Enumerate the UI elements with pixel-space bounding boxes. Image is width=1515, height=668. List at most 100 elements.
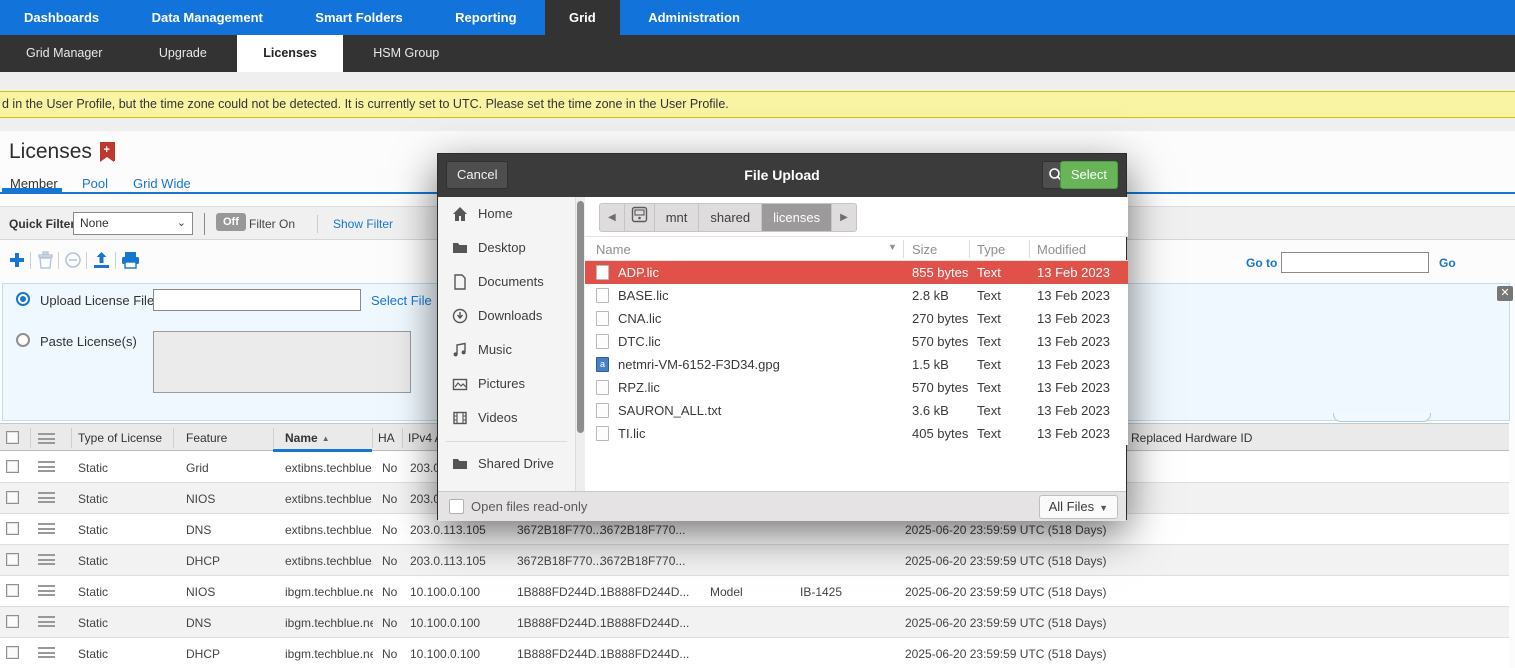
file-browser: ◀ mnt shared licenses ▶ Name ▼ Size Type xyxy=(585,197,1128,491)
cell-feature: DNS xyxy=(186,616,211,630)
row-checkbox[interactable] xyxy=(6,646,19,659)
place-pictures[interactable]: Pictures xyxy=(438,367,575,401)
row-checkbox[interactable] xyxy=(6,460,19,473)
row-checkbox[interactable] xyxy=(6,522,19,535)
select-all-checkbox[interactable] xyxy=(6,431,19,444)
file-row[interactable]: TI.lic 405 bytes Text 13 Feb 2023 xyxy=(585,422,1128,445)
row-menu-icon[interactable] xyxy=(38,616,55,627)
table-row[interactable]: Static DNS ibgm.techblue.net No 10.100.0… xyxy=(0,607,1509,638)
close-panel-icon[interactable]: ✕ xyxy=(1497,286,1513,301)
file-col-type[interactable]: Type xyxy=(977,242,1005,257)
file-row[interactable]: CNA.lic 270 bytes Text 13 Feb 2023 xyxy=(585,307,1128,330)
sidebar-scrollbar[interactable] xyxy=(576,197,585,491)
place-desktop[interactable]: Desktop xyxy=(438,231,575,265)
path-bar: ◀ mnt shared licenses ▶ xyxy=(585,197,1128,237)
table-menu-icon[interactable] xyxy=(38,433,55,444)
place-music[interactable]: Music xyxy=(438,333,575,367)
readonly-checkbox[interactable] xyxy=(449,499,464,514)
path-mnt[interactable]: mnt xyxy=(655,204,700,231)
row-menu-icon[interactable] xyxy=(38,647,55,658)
nav-grid-manager[interactable]: Grid Manager xyxy=(0,35,128,72)
scrollbar-thumb[interactable] xyxy=(577,201,584,433)
row-menu-icon[interactable] xyxy=(38,585,55,596)
table-row[interactable]: Static DHCP ibgm.techblue.net No 10.100.… xyxy=(0,638,1509,668)
file-row[interactable]: SAURON_ALL.txt 3.6 kB Text 13 Feb 2023 xyxy=(585,399,1128,422)
cell-hardware-id: 1B888FD244D... xyxy=(517,585,606,599)
upload-file-radio[interactable] xyxy=(16,292,30,306)
nav-grid[interactable]: Grid xyxy=(545,0,620,35)
file-col-size[interactable]: Size xyxy=(912,242,937,257)
cell-feature: DHCP xyxy=(186,647,220,661)
file-row[interactable]: netmri-VM-6152-F3D34.gpg 1.5 kB Text 13 … xyxy=(585,353,1128,376)
drive-icon[interactable] xyxy=(625,204,655,231)
cell-expiry: 2025-06-20 23:59:59 UTC (518 Days) xyxy=(905,554,1106,568)
row-menu-icon[interactable] xyxy=(38,554,55,565)
nav-hsm-group[interactable]: HSM Group xyxy=(347,35,465,72)
place-home[interactable]: Home xyxy=(438,197,575,231)
row-menu-icon[interactable] xyxy=(38,461,55,472)
file-row[interactable]: BASE.lic 2.8 kB Text 13 Feb 2023 xyxy=(585,284,1128,307)
panel-collapse-handle[interactable] xyxy=(1333,413,1431,422)
col-feature[interactable]: Feature xyxy=(186,431,227,445)
path-shared[interactable]: shared xyxy=(699,204,762,231)
row-menu-icon[interactable] xyxy=(38,492,55,503)
row-checkbox[interactable] xyxy=(6,491,19,504)
paste-license-textarea[interactable] xyxy=(153,331,411,393)
row-checkbox[interactable] xyxy=(6,584,19,597)
bookmark-icon[interactable]: + xyxy=(100,142,115,161)
col-replaced-hardware-id[interactable]: Replaced Hardware ID xyxy=(1131,431,1252,445)
col-name[interactable]: Name▲ xyxy=(285,431,330,445)
col-type-of-license[interactable]: Type of License xyxy=(78,431,162,445)
paste-license-radio[interactable] xyxy=(16,333,30,347)
cell-ha: No xyxy=(382,523,397,537)
show-filter-link[interactable]: Show Filter xyxy=(333,217,393,231)
nav-data-management[interactable]: Data Management xyxy=(128,0,287,35)
nav-smart-folders[interactable]: Smart Folders xyxy=(291,0,426,35)
place-documents[interactable]: Documents xyxy=(438,265,575,299)
cell-ha: No xyxy=(382,647,397,661)
place-videos[interactable]: Videos xyxy=(438,401,575,435)
path-forward-icon[interactable]: ▶ xyxy=(832,204,856,231)
tab-pool[interactable]: Pool xyxy=(82,176,108,191)
file-col-modified[interactable]: Modified xyxy=(1037,242,1086,257)
nav-licenses[interactable]: Licenses xyxy=(237,35,343,72)
row-checkbox[interactable] xyxy=(6,553,19,566)
upload-icon[interactable] xyxy=(92,251,112,271)
path-back-icon[interactable]: ◀ xyxy=(600,204,625,231)
nav-administration[interactable]: Administration xyxy=(624,0,764,35)
cell-ha: No xyxy=(382,585,397,599)
path-licenses[interactable]: licenses xyxy=(762,204,832,231)
dialog-title: File Upload xyxy=(438,167,1126,183)
cell-type: Static xyxy=(78,461,108,475)
file-row[interactable]: ADP.lic 855 bytes Text 13 Feb 2023 xyxy=(585,261,1128,284)
select-file-button[interactable]: Select File xyxy=(371,293,432,308)
file-row[interactable]: RPZ.lic 570 bytes Text 13 Feb 2023 xyxy=(585,376,1128,399)
cell-ha: No xyxy=(382,616,397,630)
file-modified: 13 Feb 2023 xyxy=(1037,380,1110,395)
nav-upgrade[interactable]: Upgrade xyxy=(133,35,233,72)
quick-filter-select[interactable]: None ⌄ xyxy=(73,212,193,235)
file-type-filter[interactable]: All Files▼ xyxy=(1039,495,1118,519)
table-row[interactable]: Static DHCP extibns.techblue.net No 203.… xyxy=(0,545,1509,576)
nav-reporting[interactable]: Reporting xyxy=(431,0,540,35)
select-button[interactable]: Select xyxy=(1060,161,1118,189)
row-checkbox[interactable] xyxy=(6,615,19,628)
place-shared-drive[interactable]: Shared Drive xyxy=(438,447,575,481)
cell-name: ibgm.techblue.net xyxy=(285,647,373,661)
file-col-name[interactable]: Name xyxy=(596,242,631,257)
print-icon[interactable] xyxy=(121,251,141,271)
place-downloads[interactable]: Downloads xyxy=(438,299,575,333)
add-icon[interactable] xyxy=(8,251,28,271)
file-type: Text xyxy=(977,380,1001,395)
col-ha[interactable]: HA xyxy=(378,431,395,445)
goto-input[interactable] xyxy=(1281,252,1429,273)
file-row[interactable]: DTC.lic 570 bytes Text 13 Feb 2023 xyxy=(585,330,1128,353)
row-menu-icon[interactable] xyxy=(38,523,55,534)
table-row[interactable]: Static NIOS ibgm.techblue.net No 10.100.… xyxy=(0,576,1509,607)
nav-dashboards[interactable]: Dashboards xyxy=(0,0,123,35)
upload-file-input[interactable] xyxy=(153,289,361,311)
go-button[interactable]: Go xyxy=(1439,256,1456,270)
filter-toggle-button[interactable]: Off xyxy=(216,213,246,231)
cell-ipv4: 10.100.0.100 xyxy=(410,585,480,599)
tab-grid-wide[interactable]: Grid Wide xyxy=(133,176,191,191)
